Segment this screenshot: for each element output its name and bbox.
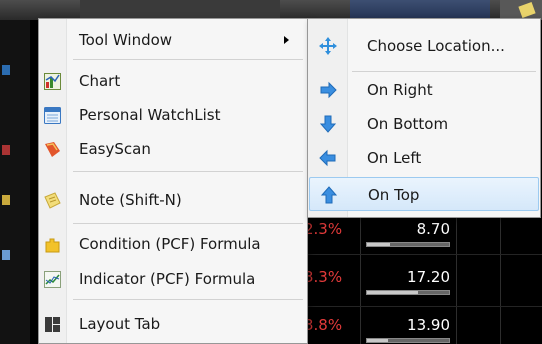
submenu-arrow-icon — [284, 36, 289, 44]
menu-item-label: EasyScan — [79, 140, 151, 158]
row-price: 17.20 — [407, 268, 450, 286]
condition-formula-icon — [45, 238, 60, 253]
arrow-left-icon — [319, 149, 336, 167]
grid-column-line — [500, 208, 501, 344]
background-tab-easyscans[interactable] — [350, 0, 490, 20]
left-strip-marker — [2, 145, 10, 155]
submenu-item-on-bottom[interactable]: On Bottom — [309, 107, 539, 141]
menu-item-label: Condition (PCF) Formula — [79, 235, 261, 253]
menu-item-chart[interactable]: Chart — [39, 64, 307, 98]
left-strip-marker — [2, 65, 10, 75]
row-price: 13.90 — [407, 316, 450, 334]
menu-item-easyscan[interactable]: EasyScan — [39, 132, 307, 166]
indicator-formula-icon — [44, 271, 61, 288]
grid-column-line — [360, 208, 361, 344]
submenu-separator — [352, 71, 536, 72]
row-price: 8.70 — [416, 220, 450, 238]
submenu-item-label: On Right — [367, 81, 433, 99]
row-change-percent: 3.3% — [304, 268, 343, 286]
grid-row-line — [300, 306, 542, 307]
arrow-up-icon — [320, 186, 338, 204]
row-range-bar — [366, 242, 450, 247]
menu-separator — [73, 223, 303, 224]
left-strip-marker — [2, 250, 10, 260]
submenu-item-label: On Top — [368, 186, 420, 204]
menu-item-tool-window[interactable]: Tool Window — [39, 23, 307, 57]
submenu-item-on-right[interactable]: On Right — [309, 73, 539, 107]
menu-item-label: Personal WatchList — [79, 106, 221, 124]
submenu-item-label: On Bottom — [367, 115, 449, 133]
row-range-bar — [366, 338, 450, 343]
row-range-bar-fill — [367, 339, 388, 342]
submenu-item-choose-location[interactable]: Choose Location... — [309, 29, 539, 63]
row-range-bar-fill — [367, 243, 390, 246]
submenu-item-on-top[interactable]: On Top — [309, 177, 539, 211]
menu-separator — [73, 171, 303, 172]
row-change-percent: 2.3% — [304, 220, 343, 238]
tool-window-submenu: Choose Location... On Right On Bottom On… — [307, 18, 541, 218]
grid-row-line — [300, 254, 542, 255]
watchlist-icon — [44, 107, 61, 124]
menu-item-layout-tab[interactable]: Layout Tab — [39, 307, 307, 341]
note-icon — [44, 192, 61, 209]
grid-column-line — [456, 208, 457, 344]
move-icon — [319, 37, 337, 55]
background-tab[interactable] — [80, 0, 280, 20]
menu-item-label: Layout Tab — [79, 315, 161, 333]
easyscan-icon — [45, 142, 60, 157]
arrow-right-icon — [320, 81, 337, 99]
layout-tab-icon — [45, 317, 60, 332]
menu-item-label: Indicator (PCF) Formula — [79, 270, 256, 288]
submenu-item-label: Choose Location... — [367, 37, 505, 55]
row-range-bar — [366, 290, 450, 295]
menu-item-label: Tool Window — [79, 31, 173, 49]
menu-item-personal-watchlist[interactable]: Personal WatchList — [39, 98, 307, 132]
chart-icon — [44, 73, 61, 90]
menu-separator — [73, 59, 303, 60]
context-menu: Tool Window Chart Personal WatchList Eas… — [38, 18, 308, 344]
submenu-item-on-left[interactable]: On Left — [309, 141, 539, 175]
menu-item-label: Chart — [79, 72, 121, 90]
menu-separator — [73, 299, 303, 300]
menu-item-indicator-formula[interactable]: Indicator (PCF) Formula — [39, 262, 307, 296]
background-left-strip — [0, 20, 30, 344]
menu-item-note[interactable]: Note (Shift-N) — [39, 183, 307, 217]
menu-item-label: Note (Shift-N) — [79, 191, 182, 209]
row-range-bar-fill — [367, 291, 418, 294]
row-change-percent: 3.8% — [304, 316, 343, 334]
arrow-down-icon — [319, 115, 337, 133]
background-tab-bar — [0, 0, 542, 20]
menu-item-condition-formula[interactable]: Condition (PCF) Formula — [39, 227, 307, 261]
submenu-item-label: On Left — [367, 149, 422, 167]
left-strip-marker — [2, 195, 10, 205]
